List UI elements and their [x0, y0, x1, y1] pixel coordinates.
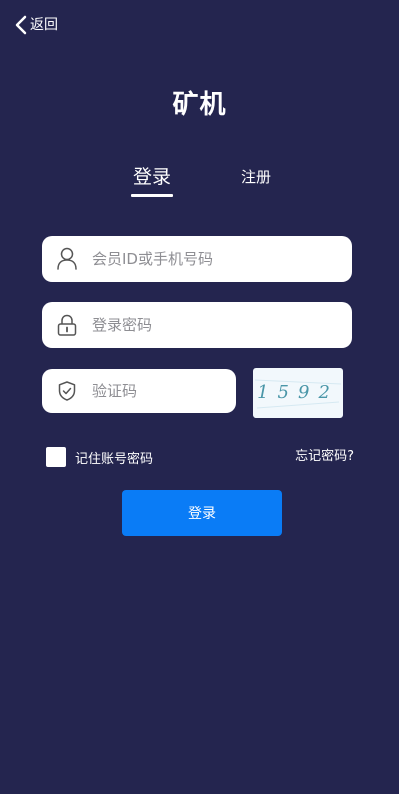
user-icon [42, 247, 92, 271]
captcha-text: 1592 [257, 382, 339, 403]
back-label: 返回 [30, 17, 58, 33]
tab-login[interactable]: 登录 [131, 162, 173, 197]
login-button[interactable]: 登录 [122, 490, 282, 536]
username-input[interactable] [92, 250, 332, 268]
captcha-input[interactable] [92, 382, 222, 400]
remember-checkbox[interactable] [46, 447, 66, 467]
tab-login-label: 登录 [132, 166, 171, 188]
page-title: 矿机 [172, 90, 227, 120]
auth-tabs: 登录 注册 [0, 162, 399, 202]
captcha-field [42, 369, 236, 413]
password-field [42, 302, 352, 348]
remember-label: 记住账号密码 [75, 451, 154, 467]
tab-register[interactable]: 注册 [238, 166, 274, 187]
shield-icon [42, 380, 92, 402]
password-input[interactable] [92, 316, 332, 334]
tab-register-label: 注册 [240, 168, 271, 186]
back-button[interactable]: 返回 [14, 14, 58, 36]
tab-active-indicator [131, 194, 173, 197]
chevron-left-icon [14, 15, 28, 35]
forgot-password-link[interactable]: 忘记密码? [295, 445, 354, 464]
remember-me[interactable]: 记住账号密码 [46, 447, 153, 467]
lock-icon [42, 313, 92, 337]
captcha-image[interactable]: 1592 [253, 368, 343, 418]
username-field [42, 236, 352, 282]
